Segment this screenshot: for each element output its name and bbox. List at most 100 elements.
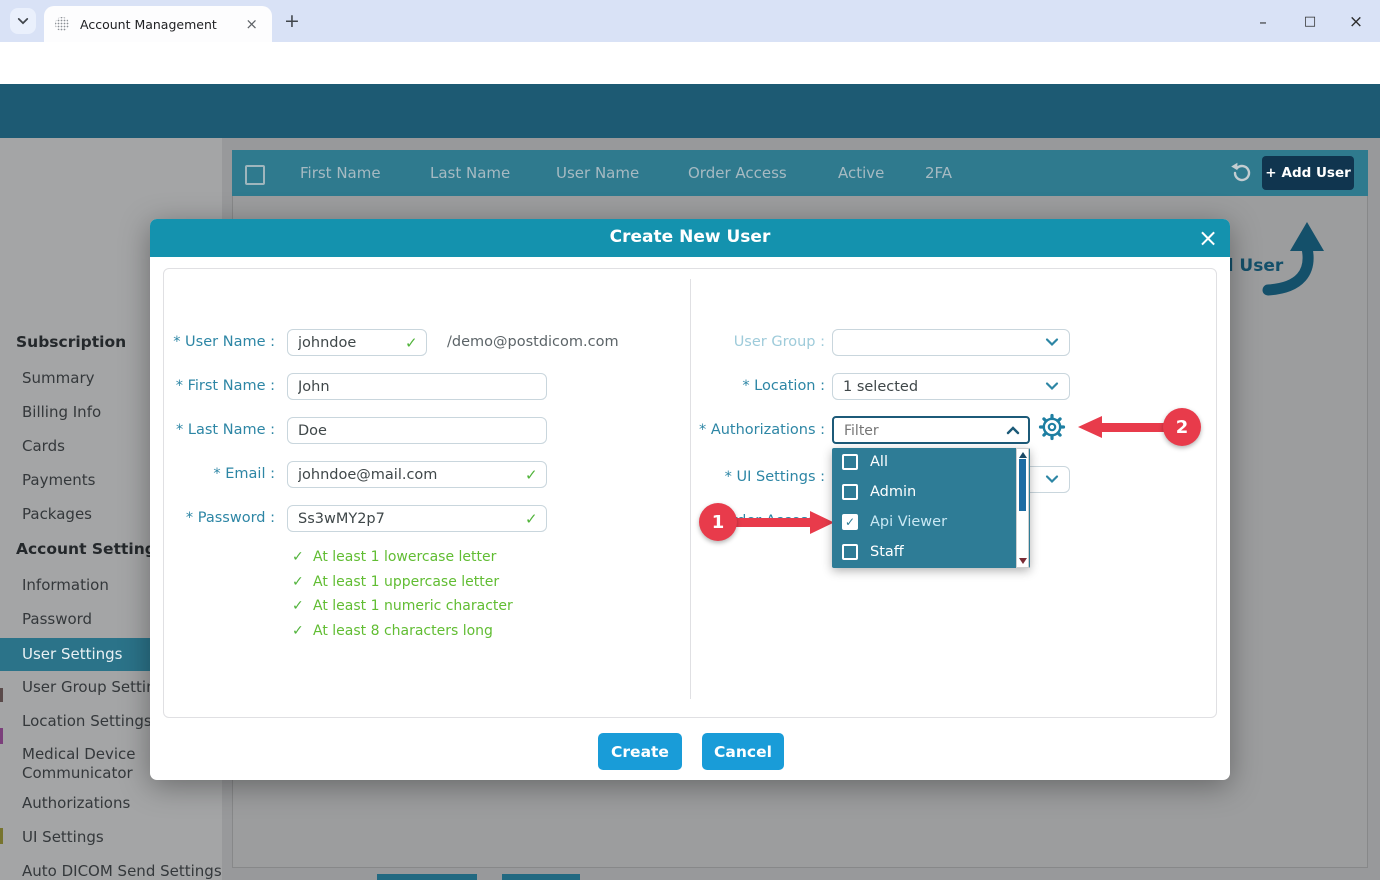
modal-title: Create New User xyxy=(150,227,1230,247)
last-name-input[interactable] xyxy=(287,417,547,444)
column-order-access: Order Access xyxy=(688,164,787,182)
email-label: * Email : xyxy=(150,466,275,482)
chevron-down-icon xyxy=(1045,380,1059,392)
checkbox-staff[interactable] xyxy=(842,544,858,560)
checkbox-api-viewer[interactable]: ✓ xyxy=(842,514,858,530)
browser-tab[interactable]: Account Management × xyxy=(44,6,272,42)
gear-icon[interactable] xyxy=(1038,413,1066,441)
chevron-down-icon xyxy=(17,15,29,27)
column-2fa: 2FA xyxy=(925,164,952,182)
first-name-label: * First Name : xyxy=(150,378,275,394)
column-user-name: User Name xyxy=(556,164,639,182)
sidebar-section-account-settings: Account Settings xyxy=(16,540,165,558)
create-button[interactable]: Create xyxy=(598,733,682,770)
user-name-suffix: /demo@postdicom.com xyxy=(447,334,619,350)
sidebar-section-subscription: Subscription xyxy=(16,333,126,351)
sidebar-item-location-settings[interactable]: Location Settings xyxy=(22,712,152,730)
last-name-label: * Last Name : xyxy=(150,422,275,438)
scroll-up-icon[interactable] xyxy=(1019,452,1027,458)
sidebar-item-cards[interactable]: Cards xyxy=(22,437,65,455)
edge-mark xyxy=(0,828,3,844)
sidebar-item-user-settings[interactable]: User Settings xyxy=(22,645,122,663)
window-minimize-button[interactable]: – xyxy=(1248,11,1278,33)
modal-header: Create New User × xyxy=(150,219,1230,257)
option-staff[interactable]: Staff xyxy=(832,538,1030,568)
browser-tab-strip: Account Management × + – □ × xyxy=(0,0,1380,42)
tab-title: Account Management xyxy=(80,17,241,32)
authorizations-label: * Authorizations : xyxy=(630,422,825,438)
browser-toolbar: ← → germany.postdicom.com/AccountManagem… xyxy=(0,42,1380,84)
step-badge-1: 1 xyxy=(699,503,737,541)
scroll-down-icon[interactable] xyxy=(1019,558,1027,564)
chevron-down-icon xyxy=(1045,473,1059,485)
option-admin[interactable]: Admin xyxy=(832,478,1030,508)
refresh-icon[interactable] xyxy=(1230,161,1254,185)
password-rule: At least 1 lowercase letter xyxy=(313,549,496,565)
authorizations-filter-combo[interactable] xyxy=(832,416,1030,444)
add-user-label: Add User xyxy=(1282,165,1351,181)
checkbox-admin[interactable] xyxy=(842,484,858,500)
valid-check-icon: ✓ xyxy=(525,510,538,528)
app-header: postDICOM User Settings xyxy=(0,84,1380,138)
rule-check-icon: ✓ xyxy=(292,598,304,614)
user-table-header: First Name Last Name User Name Order Acc… xyxy=(232,150,1368,196)
email-input[interactable] xyxy=(287,461,547,488)
column-first-name: First Name xyxy=(300,164,381,182)
sidebar-item-password[interactable]: Password xyxy=(22,610,92,628)
option-admin-label: Admin xyxy=(870,484,916,500)
valid-check-icon: ✓ xyxy=(525,466,538,484)
authorizations-dropdown-panel: All Admin ✓ Api Viewer Staff xyxy=(832,448,1030,568)
dropdown-scrollbar[interactable] xyxy=(1016,448,1029,568)
scroll-thumb[interactable] xyxy=(1019,459,1026,511)
password-rule: At least 1 uppercase letter xyxy=(313,574,499,590)
add-user-button[interactable]: + Add User xyxy=(1262,156,1354,190)
sidebar-item-payments[interactable]: Payments xyxy=(22,471,95,489)
select-all-checkbox[interactable] xyxy=(245,165,265,185)
curved-up-arrow-icon xyxy=(1262,218,1328,298)
cancel-button[interactable]: Cancel xyxy=(702,733,784,770)
password-rule: At least 8 characters long xyxy=(313,623,493,639)
chevron-up-icon[interactable] xyxy=(1006,424,1020,437)
sidebar-item-auto-dicom-send-settings[interactable]: Auto DICOM Send Settings xyxy=(22,862,222,880)
new-tab-button[interactable]: + xyxy=(284,11,300,31)
authorizations-filter-input[interactable] xyxy=(842,418,996,444)
window-maximize-button[interactable]: □ xyxy=(1295,11,1325,33)
valid-check-icon: ✓ xyxy=(405,334,418,352)
option-all[interactable]: All xyxy=(832,448,1030,478)
sidebar-item-summary[interactable]: Summary xyxy=(22,369,95,387)
red-arrow-left-icon xyxy=(1076,413,1168,441)
password-label: * Password : xyxy=(150,510,275,526)
checkbox-all[interactable] xyxy=(842,454,858,470)
chevron-down-icon xyxy=(1045,336,1059,348)
option-all-label: All xyxy=(870,454,888,470)
red-arrow-right-icon xyxy=(734,508,836,536)
password-input[interactable] xyxy=(287,505,547,532)
edge-mark xyxy=(0,688,3,702)
screen: Account Management × + – □ × ← → germany… xyxy=(0,0,1380,880)
first-name-input[interactable] xyxy=(287,373,547,400)
plus-icon: + xyxy=(1265,165,1276,181)
column-active: Active xyxy=(838,164,884,182)
user-group-select[interactable] xyxy=(832,329,1070,356)
sidebar-item-ui-settings[interactable]: UI Settings xyxy=(22,828,104,846)
tab-close-icon[interactable]: × xyxy=(241,15,262,33)
option-api-viewer[interactable]: ✓ Api Viewer xyxy=(832,508,1030,538)
rule-check-icon: ✓ xyxy=(292,623,304,639)
favicon xyxy=(54,16,70,32)
window-close-button[interactable]: × xyxy=(1341,11,1371,33)
user-name-label: * User Name : xyxy=(150,334,275,350)
option-api-viewer-label: Api Viewer xyxy=(870,514,947,530)
step-badge-2: 2 xyxy=(1163,408,1201,446)
sidebar-item-packages[interactable]: Packages xyxy=(22,505,92,523)
edge-mark xyxy=(0,728,3,744)
modal-close-icon[interactable]: × xyxy=(1198,224,1218,252)
sidebar-item-information[interactable]: Information xyxy=(22,576,109,594)
password-rule: At least 1 numeric character xyxy=(313,598,513,614)
ui-settings-label: * UI Settings : xyxy=(630,469,825,485)
sidebar-item-authorizations[interactable]: Authorizations xyxy=(22,794,130,812)
sidebar-item-billing-info[interactable]: Billing Info xyxy=(22,403,101,421)
location-select[interactable]: 1 selected xyxy=(832,373,1070,400)
tab-search-button[interactable] xyxy=(10,8,36,34)
column-last-name: Last Name xyxy=(430,164,510,182)
option-staff-label: Staff xyxy=(870,544,904,560)
